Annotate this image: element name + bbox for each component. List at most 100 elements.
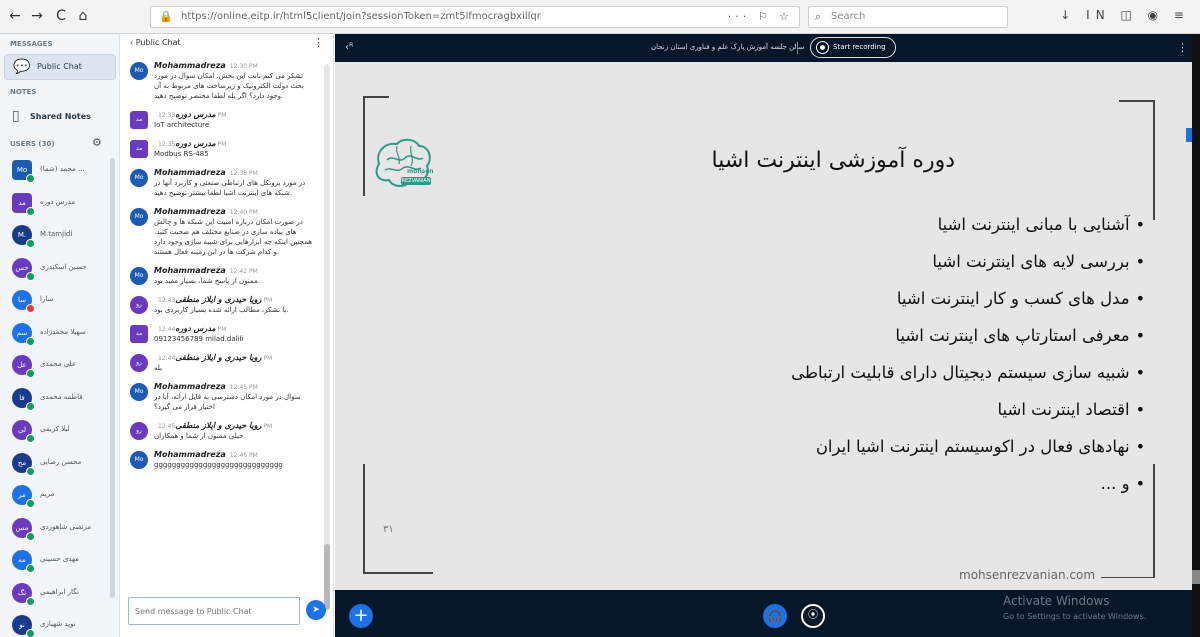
user-list-item[interactable]: سم سهیلا محمدزاده <box>0 319 119 352</box>
user-list-item[interactable]: مس مرتضی شاهوردی <box>0 514 119 547</box>
page-actions[interactable]: ··· ⚐ ☆ <box>728 10 793 23</box>
forward-button[interactable]: → <box>28 7 46 25</box>
chat-back-button[interactable]: ‹ Public Chat <box>130 38 181 47</box>
address-bar[interactable]: 🔒 https://online.eitp.ir/html5client/joi… <box>150 6 800 28</box>
message-avatar: Mo <box>130 169 148 187</box>
home-button[interactable]: ⌂ <box>74 7 92 25</box>
screen-share-icon[interactable]: ⦿ <box>801 604 825 628</box>
user-name: نوید شهبازی <box>40 620 76 628</box>
chat-scroll-thumb[interactable] <box>324 544 330 610</box>
search-placeholder: Search <box>831 11 866 22</box>
slide-frame-line <box>1101 577 1155 578</box>
toggle-userlist-button[interactable]: ‹ᴿ <box>345 42 353 53</box>
user-list-item[interactable]: عل علی محمدی <box>0 351 119 384</box>
slide-page-number: ۳۱ <box>383 524 394 535</box>
message-text: با تشکر، مطالب ارائه شده بسیار کاربردی ب… <box>154 306 289 314</box>
search-icon: ⌕ <box>815 10 822 23</box>
shared-notes-item[interactable]: ▯ Shared Notes <box>10 108 110 128</box>
user-status-icon <box>26 596 35 606</box>
userlist-panel: MESSAGES 💬 Public Chat NOTES ▯ Shared No… <box>0 34 120 637</box>
user-name: مهدی حسینی <box>40 555 79 563</box>
user-list-item[interactable]: لی لیلا کریمی <box>0 416 119 449</box>
lock-icon: 🔒 <box>159 10 173 23</box>
users-section-label: USERS (30) <box>10 140 55 148</box>
user-list-item[interactable]: مح محسن رضایی <box>0 449 119 482</box>
chat-message: رو رویا حیدری و ایلاز منطقی12:45 PM خیلی م… <box>120 418 324 441</box>
user-name: سهیلا محمدزاده <box>40 327 86 336</box>
message-avatar: مد <box>130 140 148 158</box>
user-list-item[interactable]: سا سارا <box>0 286 119 319</box>
chat-message: Mo Mohammadreza 12:45 PM سوال در مورد امکان… <box>120 379 324 412</box>
user-status-icon <box>26 206 35 216</box>
title-separator <box>797 42 798 54</box>
window-edge <box>1192 34 1200 637</box>
user-list-item[interactable]: M. M.tamjidi <box>0 221 119 254</box>
chat-message: مد مدرس دوره12:33 PM IoT architecture <box>120 107 324 130</box>
browser-toolbar-icons[interactable]: ↓ IN ◫ ◉ ≡ <box>1060 8 1190 22</box>
user-list-item[interactable]: نگ نگار ابراهیمی <box>0 579 119 612</box>
userlist-scrollbar[interactable] <box>110 158 115 598</box>
user-list-item[interactable]: مد مدرس دوره <box>0 189 119 222</box>
message-text: ممنون از پاسخ شما، بسیار مفید بود. <box>154 277 260 285</box>
activate-windows-subtitle: Go to Settings to activate Windows. <box>1003 612 1147 621</box>
message-time: 12:38 PM <box>229 170 258 177</box>
message-text: Modbus RS-485 <box>154 150 209 158</box>
user-status-icon <box>26 629 35 637</box>
edge-handle[interactable] <box>1192 570 1200 584</box>
user-status-icon <box>26 369 35 378</box>
user-status-icon <box>26 531 35 541</box>
message-avatar: رو <box>130 296 148 314</box>
messages-section-label: MESSAGES <box>10 40 53 48</box>
presentation-top-bar: ‹ᴿ سالن جلسه آموزش پارک علم و فناوری است… <box>335 34 1200 62</box>
message-author: مدرس دوره <box>175 110 216 119</box>
back-button[interactable]: ← <box>6 7 24 25</box>
message-avatar: رو <box>130 422 148 440</box>
user-name: نگار ابراهیمی <box>40 587 79 596</box>
slide-frame-line <box>363 464 365 572</box>
slide-bullet: مدل های کسب و کار اینترنت اشیا <box>715 280 1145 317</box>
chat-message-input[interactable] <box>129 598 299 624</box>
actions-plus-button[interactable]: + <box>349 604 373 628</box>
chat-message: مد مدرس دوره12:35 PM Modbus RS-485 <box>120 136 324 159</box>
gear-icon[interactable]: ⚙ <box>92 136 102 149</box>
chat-input-box[interactable] <box>128 597 300 625</box>
message-author: Mohammadreza <box>154 168 226 177</box>
search-bar[interactable]: ⌕ Search <box>808 6 1008 28</box>
chat-message: Mo Mohammadreza 12:40 PM در صورت امکان دربا… <box>120 204 324 257</box>
slide-bullet: اقتصاد اینترنت اشیا <box>715 391 1145 428</box>
user-list-item[interactable]: فا فاطمه محمدی <box>0 384 119 417</box>
slide-bullet: نهادهای فعال در اکوسیستم اینترنت اشیا ای… <box>715 428 1145 465</box>
user-status-icon <box>26 239 35 248</box>
user-name: لیلا کریمی <box>40 425 70 433</box>
options-menu-button[interactable]: ⋮ <box>1177 41 1188 54</box>
shared-notes-label: Shared Notes <box>30 112 91 121</box>
slide-bullet: معرفی استارتاپ های اینترنت اشیا <box>715 317 1145 354</box>
user-list-item[interactable]: نو نوید شهبازی <box>0 611 119 637</box>
slide-bullet: و ... <box>715 465 1145 502</box>
reload-button[interactable]: C <box>52 7 70 25</box>
message-avatar: Mo <box>130 383 148 401</box>
user-name: (شما) محمد ... <box>40 165 85 173</box>
send-message-button[interactable]: ➤ <box>306 600 326 620</box>
user-list-item[interactable]: Mo (شما) محمد ... <box>0 156 119 189</box>
slide-title: دوره آموزشی اینترنت اشیا <box>711 148 955 173</box>
message-text: در مورد پروتکل های ارتباطی صنعتی و کاربر… <box>154 179 306 197</box>
user-list-item[interactable]: مر مریم <box>0 481 119 514</box>
record-icon <box>816 41 829 54</box>
slide-frame-line <box>363 96 389 98</box>
logo-text: mohsen <box>407 168 434 175</box>
chat-message: Mo Mohammadreza 12:38 PM در مورد پروتکل های… <box>120 165 324 198</box>
notes-section-label: NOTES <box>10 88 37 96</box>
user-list-item[interactable]: حس حسین اسکندری <box>0 254 119 287</box>
start-recording-label: Start recording <box>833 43 886 51</box>
slide-frame-line <box>363 96 365 196</box>
chat-message: Mo Mohammadreza 12:46 PM gggggggggggggggggg… <box>120 447 324 470</box>
headphones-icon[interactable]: 🎧 <box>763 604 787 628</box>
public-chat-item[interactable]: 💬 Public Chat <box>4 54 116 80</box>
chat-options-button[interactable]: ⋮ <box>313 36 324 49</box>
chat-scrollbar[interactable] <box>324 64 330 610</box>
start-recording-button[interactable]: Start recording <box>810 37 896 58</box>
user-list-item[interactable]: مه مهدی حسینی <box>0 546 119 579</box>
chat-message: Mo Mohammadreza 12:42 PM ممنون از پاسخ شما،… <box>120 263 324 286</box>
message-avatar: Mo <box>130 267 148 285</box>
